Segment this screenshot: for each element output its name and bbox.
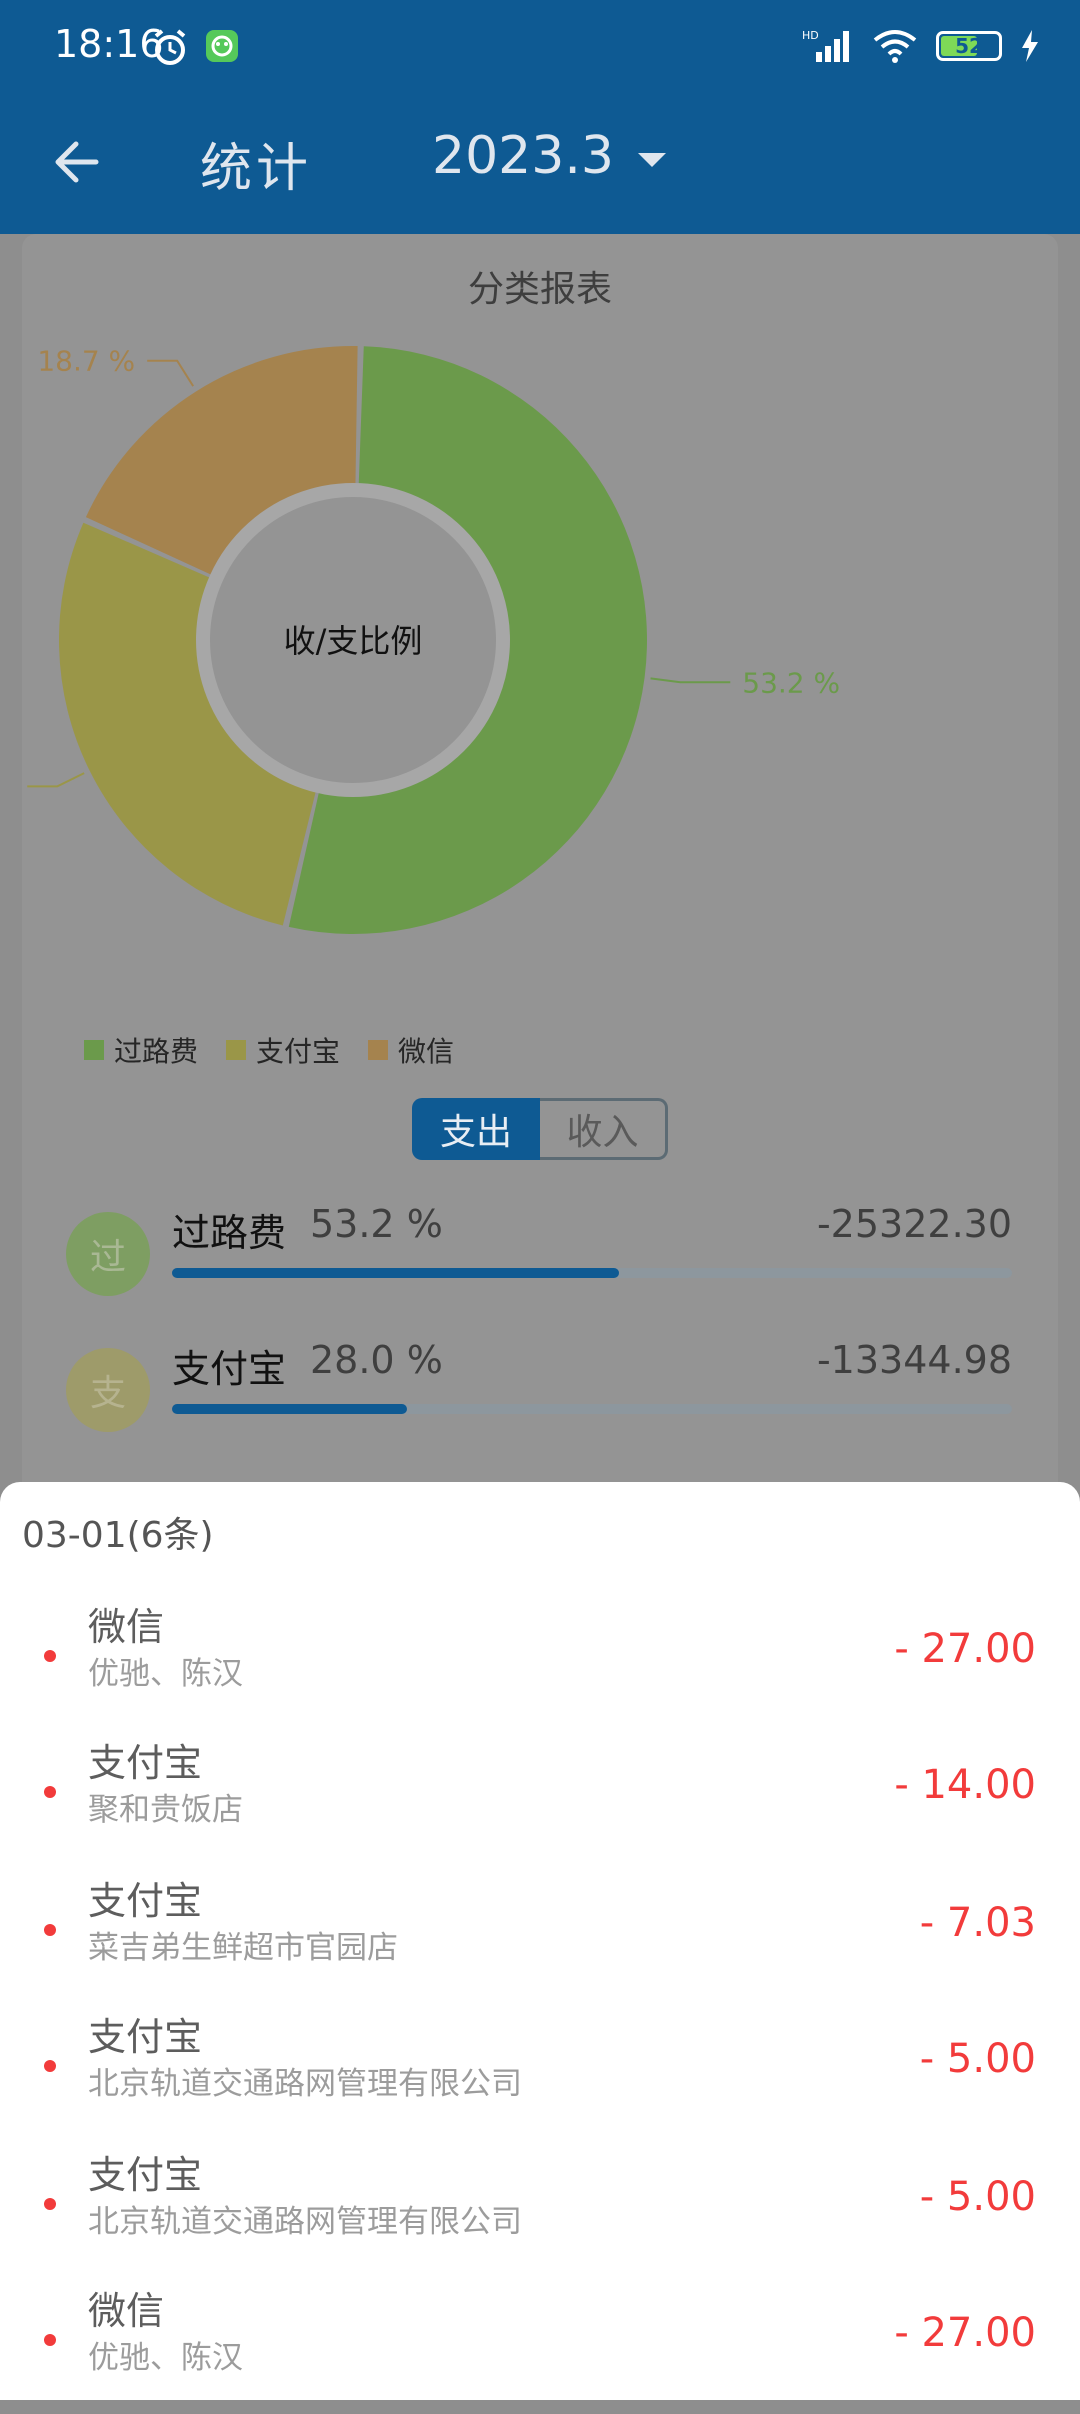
battery-indicator: 52 <box>936 31 1002 61</box>
category-percent: 53.2 % <box>310 1202 443 1246</box>
income-tab[interactable]: 收入 <box>540 1098 668 1160</box>
category-progress-track <box>172 1268 1012 1278</box>
expense-tab[interactable]: 支出 <box>412 1098 540 1160</box>
category-name: 支付宝 <box>172 1347 287 1391</box>
transaction-type: 支付宝 <box>88 2015 203 2059</box>
legend-label: 过路费 <box>114 1035 199 1068</box>
transaction-amount: - 5.00 <box>919 2174 1036 2220</box>
transaction-item[interactable]: 支付宝 北京轨道交通路网管理有限公司 - 5.00 <box>0 2004 1080 2140</box>
expense-dot-icon <box>44 2198 56 2210</box>
battery-level: 52 <box>955 34 983 58</box>
donut-center-label: 收/支比例 <box>284 622 423 660</box>
back-arrow-icon[interactable] <box>48 132 108 192</box>
donut-chart: 53.2 %28.0 %18.7 %收/支比例 <box>27 345 840 934</box>
transaction-merchant: 北京轨道交通路网管理有限公司 <box>88 2204 522 2240</box>
category-amount: -13344.98 <box>816 1338 1012 1382</box>
wifi-icon <box>873 30 917 63</box>
transaction-amount: - 27.00 <box>894 1626 1036 1672</box>
transaction-type: 微信 <box>88 2289 165 2333</box>
sheet-title: 03-01(6条) <box>22 1515 214 1556</box>
charging-icon <box>1022 30 1038 62</box>
transaction-amount: - 14.00 <box>894 1762 1036 1808</box>
transaction-item[interactable]: 支付宝 菜吉弟生鲜超市官园店 - 7.03 <box>0 1868 1080 2004</box>
legend-swatch <box>368 1040 389 1060</box>
category-percent: 28.0 % <box>310 1338 443 1382</box>
dropdown-caret-icon <box>637 153 666 167</box>
transaction-amount: - 5.00 <box>919 2036 1036 2082</box>
expense-dot-icon <box>44 2334 56 2346</box>
legend-item: 微信 <box>368 1030 454 1070</box>
category-amount: -25322.30 <box>816 1202 1012 1246</box>
transaction-amount: - 27.00 <box>894 2310 1036 2356</box>
transactions-sheet: 03-01(6条) 微信 优驰、陈汉 - 27.00 支付宝 聚和贵饭店 - 1… <box>0 1482 1080 2400</box>
app-notification-icon <box>206 30 238 62</box>
slice-label: 53.2 % <box>742 666 840 699</box>
month-selector[interactable]: 2023.3 <box>432 126 666 186</box>
transaction-merchant: 优驰、陈汉 <box>88 1656 243 1692</box>
transaction-merchant: 北京轨道交通路网管理有限公司 <box>88 2066 522 2102</box>
transaction-type: 微信 <box>88 1605 165 1649</box>
transaction-merchant: 优驰、陈汉 <box>88 2340 243 2376</box>
category-progress-bar <box>172 1268 619 1278</box>
month-label: 2023.3 <box>432 126 614 186</box>
category-row[interactable]: 过 过路费 53.2 % -25322.30 <box>22 1202 1058 1322</box>
status-right-icons: HD 52 <box>802 28 1040 64</box>
legend-swatch <box>84 1040 104 1060</box>
transaction-type: 支付宝 <box>88 1879 203 1923</box>
status-time: 18:16 <box>54 22 164 66</box>
slice-leader-line <box>27 772 85 788</box>
expense-dot-icon <box>44 1924 56 1936</box>
slice-label: 18.7 % <box>37 345 135 378</box>
category-progress-bar <box>172 1404 408 1414</box>
page-title: 统计 <box>200 139 313 199</box>
transaction-type: 支付宝 <box>88 1741 203 1785</box>
legend-item: 过路费 <box>84 1030 198 1070</box>
legend-label: 微信 <box>398 1035 455 1068</box>
report-card: 分类报表 53.2 %28.0 %18.7 %收/支比例 过路费支付宝微信 支出… <box>22 234 1058 1534</box>
category-icon: 支 <box>66 1348 150 1432</box>
transaction-item[interactable]: 微信 优驰、陈汉 - 27.00 <box>0 2278 1080 2414</box>
slice-leader-line <box>650 677 731 684</box>
transaction-type: 支付宝 <box>88 2153 203 2197</box>
category-progress-track <box>172 1404 1012 1414</box>
transaction-item[interactable]: 支付宝 北京轨道交通路网管理有限公司 - 5.00 <box>0 2142 1080 2278</box>
transaction-item[interactable]: 支付宝 聚和贵饭店 - 14.00 <box>0 1730 1080 1866</box>
expense-dot-icon <box>44 1786 56 1798</box>
app-bar: 统计 2023.3 <box>0 96 1080 234</box>
legend-swatch <box>226 1040 247 1060</box>
network-label: HD <box>802 29 819 42</box>
chart-legend: 过路费 支付宝 微信 <box>84 1030 454 1070</box>
transaction-merchant: 菜吉弟生鲜超市官园店 <box>88 1930 398 1966</box>
expense-dot-icon <box>44 1650 56 1662</box>
category-row[interactable]: 支 支付宝 28.0 % -13344.98 <box>22 1338 1058 1458</box>
cell-signal-icon: HD <box>802 29 849 62</box>
status-bar: 18:16 HD 52 <box>0 0 1080 96</box>
legend-item: 支付宝 <box>226 1030 340 1070</box>
alarm-icon <box>154 29 186 65</box>
type-toggle: 支出 收入 <box>412 1098 668 1160</box>
transaction-amount: - 7.03 <box>919 1900 1036 1946</box>
category-name: 过路费 <box>172 1211 287 1255</box>
transaction-item[interactable]: 微信 优驰、陈汉 - 27.00 <box>0 1594 1080 1730</box>
expense-dot-icon <box>44 2060 56 2072</box>
slice-leader-line <box>147 359 195 387</box>
transaction-merchant: 聚和贵饭店 <box>88 1792 243 1828</box>
status-left-icons <box>150 28 240 68</box>
category-icon: 过 <box>66 1212 150 1296</box>
legend-label: 支付宝 <box>256 1035 341 1068</box>
